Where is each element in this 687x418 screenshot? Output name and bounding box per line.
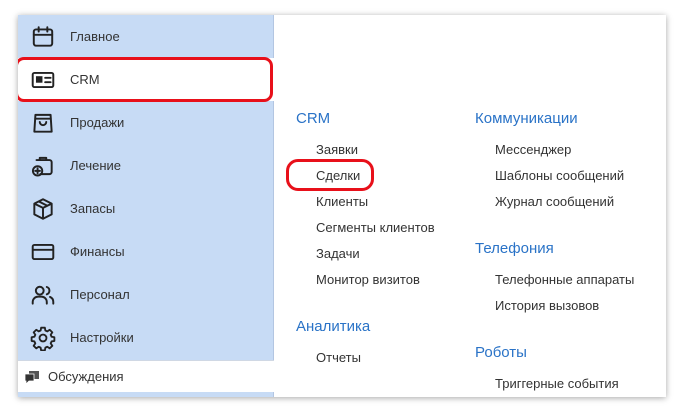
sidebar-item-settings[interactable]: Настройки [18, 316, 274, 359]
sidebar-item-label: Главное [70, 29, 120, 44]
link-clients[interactable]: Клиенты [316, 194, 368, 209]
link-visit-monitor[interactable]: Монитор визитов [316, 272, 420, 287]
link-tasks[interactable]: Задачи [316, 246, 360, 261]
section-title-crm: CRM [296, 110, 331, 127]
crm-menu-panel: CRM Заявки Сделки Клиенты Сегменты клиен… [275, 15, 666, 397]
chat-bubble-icon [24, 371, 39, 385]
link-phone-devices[interactable]: Телефонные аппараты [495, 272, 634, 287]
sidebar-item-finance[interactable]: Финансы [18, 230, 274, 273]
link-trigger-events[interactable]: Триггерные события [495, 376, 619, 391]
discussions-label: Обсуждения [48, 369, 124, 384]
link-call-history[interactable]: История вызовов [495, 298, 599, 313]
link-reports[interactable]: Отчеты [316, 350, 361, 365]
sidebar-item-crm[interactable]: CRM [18, 58, 274, 101]
sidebar-item-label: Персонал [70, 287, 130, 302]
sidebar-item-label: Лечение [70, 158, 122, 173]
sidebar-item-main[interactable]: Главное [18, 15, 274, 58]
section-title-communications: Коммуникации [475, 110, 578, 127]
box-icon [33, 197, 53, 220]
link-message-templates[interactable]: Шаблоны сообщений [495, 168, 624, 183]
gear-icon [30, 326, 56, 351]
sidebar-item-label: CRM [70, 72, 100, 87]
link-messenger[interactable]: Мессенджер [495, 142, 571, 157]
section-title-robots: Роботы [475, 344, 527, 361]
link-requests[interactable]: Заявки [316, 142, 358, 157]
medical-kit-icon [31, 156, 53, 177]
link-message-log[interactable]: Журнал сообщений [495, 194, 614, 209]
sidebar-item-label: Настройки [70, 330, 134, 345]
sidebar-item-stock[interactable]: Запасы [18, 187, 274, 230]
section-title-telephony: Телефония [475, 240, 554, 257]
sidebar-item-label: Финансы [70, 244, 125, 259]
credit-card-icon [31, 243, 55, 260]
link-deals[interactable]: Сделки [316, 168, 360, 183]
section-title-analytics: Аналитика [296, 318, 371, 335]
sidebar: Главное CRM Продажи Лечение Запасы Финан… [18, 15, 274, 397]
sidebar-item-label: Запасы [70, 201, 116, 216]
sidebar-item-sales[interactable]: Продажи [18, 101, 274, 144]
sidebar-item-label: Продажи [70, 115, 125, 130]
shopping-bag-icon [33, 113, 53, 133]
link-client-segments[interactable]: Сегменты клиентов [316, 220, 435, 235]
discussions-button[interactable]: Обсуждения [18, 360, 274, 392]
id-card-icon [31, 71, 55, 88]
app-window: Главное CRM Продажи Лечение Запасы Финан… [18, 15, 666, 397]
sidebar-item-staff[interactable]: Персонал [18, 273, 274, 316]
calendar-icon [32, 25, 54, 47]
people-icon [31, 285, 55, 305]
sidebar-item-treatment[interactable]: Лечение [18, 144, 274, 187]
